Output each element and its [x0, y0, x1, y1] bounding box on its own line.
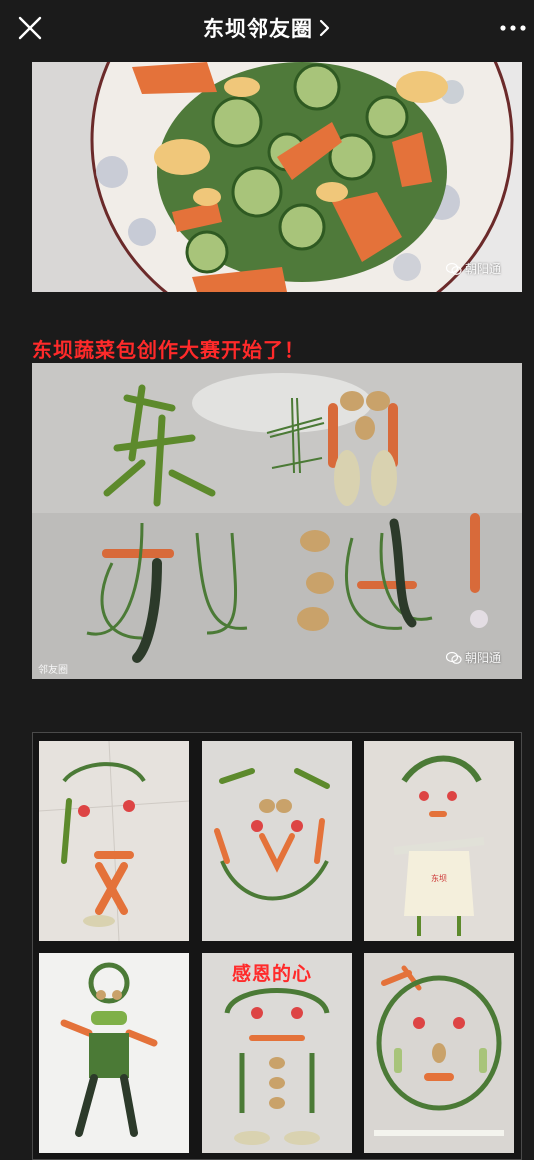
- lettering-illustration: [32, 363, 522, 679]
- collage-photo-5: 感恩的心: [202, 953, 352, 1153]
- collage-illustration-2: [202, 741, 352, 941]
- collage-photo-1: [39, 741, 189, 941]
- chevron-right-icon: [319, 19, 330, 37]
- article-headline: 东坝蔬菜包创作大赛开始了！: [32, 338, 305, 362]
- svg-text:东坝: 东坝: [431, 873, 447, 883]
- collage-illustration-1: [39, 741, 189, 941]
- watermark-text-2: 朝阳通: [465, 651, 502, 665]
- collage-illustration-6: [364, 953, 514, 1153]
- collage-photo-2: [202, 741, 352, 941]
- collage-illustration-3: 东坝: [364, 741, 514, 941]
- wechat-icon: [446, 262, 462, 275]
- collage-illustration-4: [39, 953, 189, 1153]
- vegetable-face-collage: 东坝 感恩的心: [32, 732, 522, 1160]
- page-title: 东坝邻友圈: [203, 17, 313, 41]
- dish-photo: 朝阳通: [32, 62, 522, 292]
- more-icon[interactable]: [498, 14, 528, 42]
- photo-watermark-left: 邻友圈: [38, 665, 68, 676]
- vegetable-lettering-photo: 邻友圈 朝阳通: [32, 363, 522, 679]
- page-title-button[interactable]: 东坝邻友圈: [203, 13, 331, 43]
- photo-watermark: 朝阳通: [446, 260, 501, 277]
- collage-caption: 感恩的心: [232, 963, 313, 985]
- wechat-icon: [446, 651, 462, 664]
- close-icon[interactable]: [14, 12, 46, 44]
- dish-photo-illustration: [32, 62, 522, 292]
- collage-photo-3: 东坝: [364, 741, 514, 941]
- top-navbar: 东坝邻友圈: [0, 0, 534, 56]
- watermark-text: 朝阳通: [465, 262, 502, 276]
- collage-photo-6: [364, 953, 514, 1153]
- collage-photo-4: [39, 953, 189, 1153]
- photo-watermark-2: 朝阳通: [446, 649, 501, 666]
